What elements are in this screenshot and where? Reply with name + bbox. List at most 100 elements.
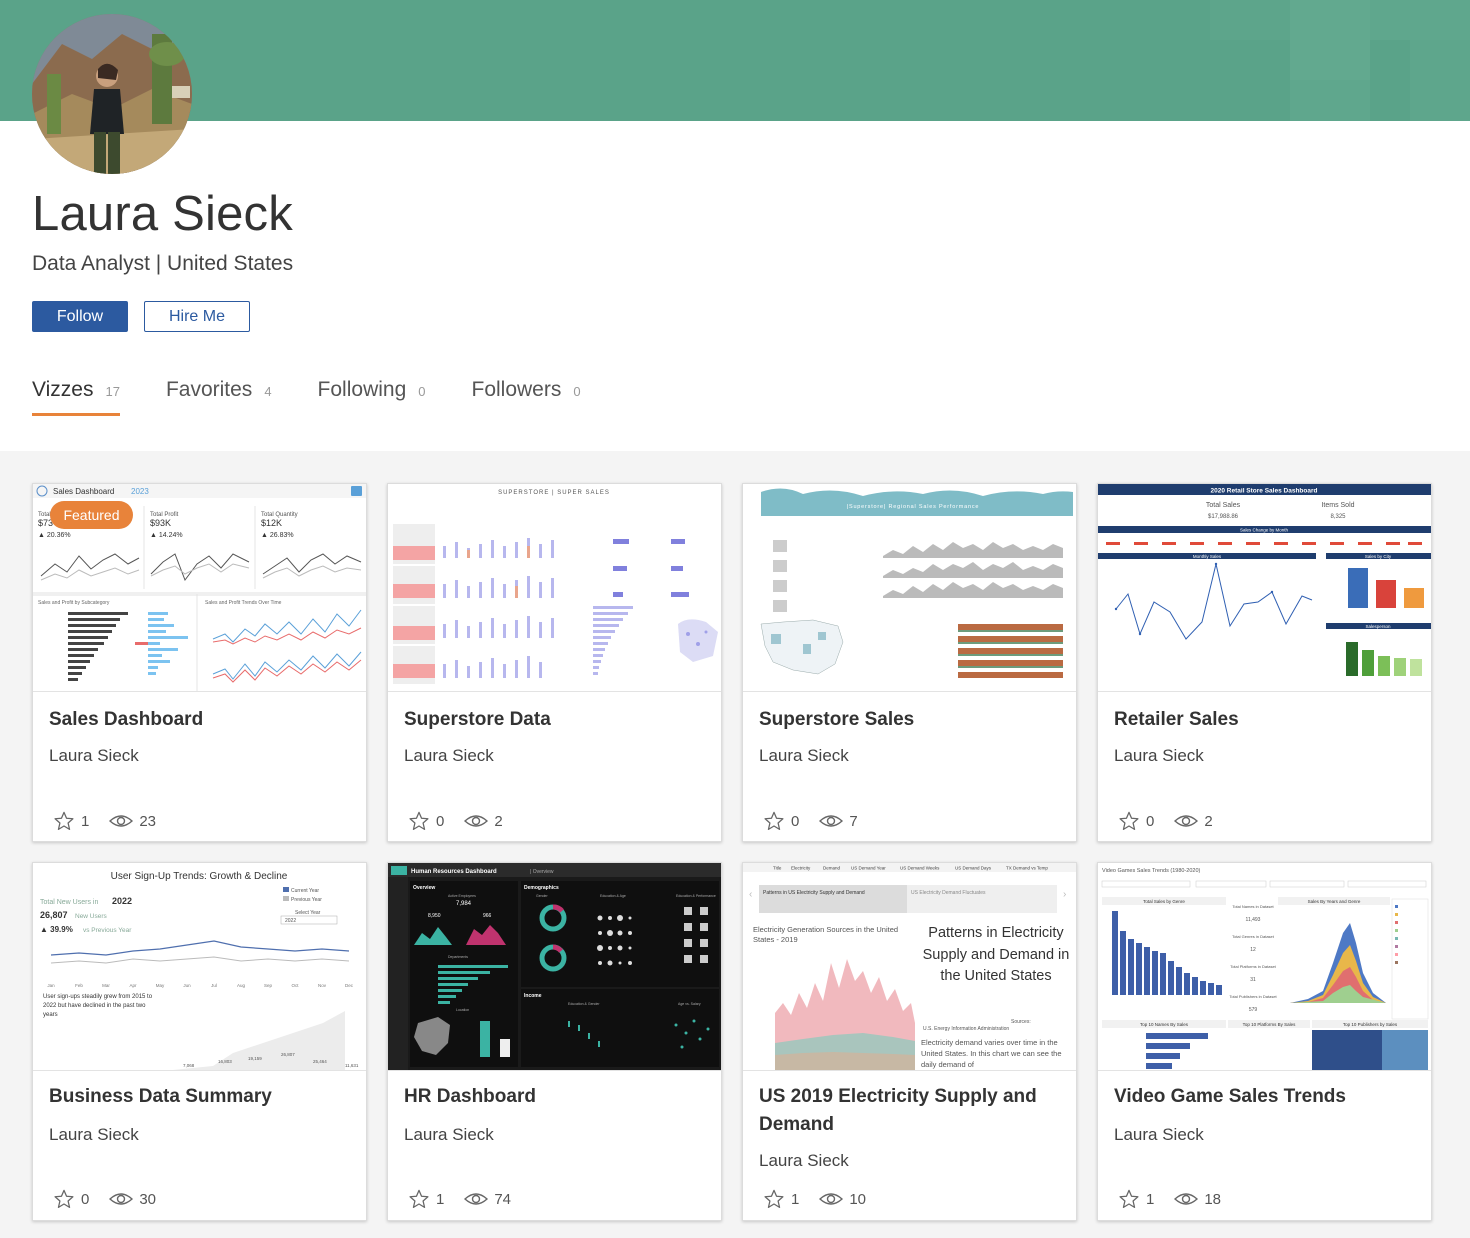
area-label: 25,464 [313, 1059, 327, 1064]
favorite-count: 0 [436, 812, 445, 830]
viz-card[interactable]: Human Resources Dashboard | Overview Ove… [387, 862, 722, 1221]
favorite-count: 0 [1146, 812, 1155, 830]
viz-thumbnail[interactable]: Title Electricity Demand US Demand Year … [743, 863, 1076, 1071]
profile-banner [0, 0, 1470, 121]
viz-card[interactable]: Title Electricity Demand US Demand Year … [742, 862, 1077, 1221]
card-author[interactable]: Laura Sieck [404, 746, 494, 766]
card-title[interactable]: US 2019 Electricity Supply and Demand [759, 1083, 1059, 1139]
star-icon[interactable] [408, 1189, 430, 1209]
tab-label: Favorites [165, 378, 253, 401]
card-title[interactable]: Video Game Sales Trends [1114, 1083, 1414, 1111]
star-icon[interactable] [1118, 811, 1140, 831]
axis-tick: Mar [102, 983, 110, 988]
follow-button[interactable]: Follow [32, 301, 128, 332]
panel-title: Demographics [524, 885, 559, 891]
hire-me-button[interactable]: Hire Me [144, 301, 250, 332]
story-point: US Electricity Demand Fluctuates [911, 890, 986, 896]
kpi-value: 12 [1250, 947, 1256, 953]
favorite-count: 0 [791, 812, 800, 830]
viz-thumbnail[interactable]: User Sign-Up Trends: Growth & Decline To… [33, 863, 366, 1071]
thumb-title: Sales Dashboard [53, 487, 114, 496]
kpi-label: Total Names in Dataset [1232, 904, 1274, 909]
kpi-label: Total Genres in Dataset [1232, 934, 1275, 939]
card-title[interactable]: Retailer Sales [1114, 706, 1414, 734]
tab-vizzes[interactable]: Vizzes 17 [32, 378, 120, 416]
legend-item: Previous Year [291, 897, 322, 903]
viz-card[interactable]: 2020 Retail Store Sales Dashboard Total … [1097, 483, 1432, 842]
card-stats: 1 18 [1118, 1189, 1221, 1209]
area-label: 19,159 [248, 1056, 262, 1061]
viz-card[interactable]: User Sign-Up Trends: Growth & Decline To… [32, 862, 367, 1221]
card-title[interactable]: Business Data Summary [49, 1083, 349, 1111]
banner-decoration [1210, 0, 1290, 40]
kpi-delta: ▲ 14.24% [150, 532, 183, 539]
card-title[interactable]: Sales Dashboard [49, 706, 349, 734]
axis-tick: Oct [291, 983, 299, 988]
view-count: 18 [1204, 1190, 1222, 1208]
viz-thumbnail[interactable]: Video Games Sales Trends (1980-2020) Tot… [1098, 863, 1431, 1071]
favorite-count: 0 [81, 1190, 90, 1208]
kpi-value: 579 [1249, 1007, 1258, 1013]
card-author[interactable]: Laura Sieck [49, 1125, 139, 1145]
chevron-right-icon[interactable]: › [1063, 889, 1066, 900]
axis-tick: Jun [183, 983, 191, 988]
panel-title: Income [524, 993, 542, 999]
kpi-label: Total Platforms in Dataset [1230, 964, 1276, 969]
tab-following[interactable]: Following 0 [318, 378, 426, 412]
card-stats: 0 2 [1118, 811, 1213, 831]
star-icon[interactable] [408, 811, 430, 831]
card-author[interactable]: Laura Sieck [1114, 746, 1204, 766]
eye-icon [1174, 1193, 1199, 1205]
kpi-label: Total Publishers in Dataset [1229, 994, 1277, 999]
star-icon[interactable] [763, 1189, 785, 1209]
kpi-value: 7,984 [456, 901, 472, 907]
banner-decoration [1290, 0, 1370, 80]
viz-card[interactable]: |Superstore| Regional Sales Performance … [742, 483, 1077, 842]
axis-tick: Dec [345, 983, 354, 988]
viz-card[interactable]: Sales Dashboard 2023 Total Sales $73 ▲ 2… [32, 483, 367, 842]
select-value: 2022 [285, 918, 296, 924]
card-title[interactable]: Superstore Data [404, 706, 704, 734]
kpi-delta: ▲ 26.83% [261, 532, 294, 539]
viz-thumbnail[interactable]: SUPERSTORE | SUPER SALES [388, 484, 721, 692]
section-title: Sales and Profit by Subcategory [38, 600, 110, 606]
thumb-year: 2022 [112, 896, 132, 906]
card-title[interactable]: Superstore Sales [759, 706, 1059, 734]
card-author[interactable]: Laura Sieck [759, 746, 849, 766]
story-tab: TX Demand vs Temp [1006, 866, 1048, 871]
card-author[interactable]: Laura Sieck [404, 1125, 494, 1145]
star-icon[interactable] [763, 811, 785, 831]
profile-tabs: Vizzes 17 Favorites 4 Following 0 Followers… [32, 378, 627, 416]
favorite-count: 1 [436, 1190, 445, 1208]
card-title[interactable]: HR Dashboard [404, 1083, 704, 1111]
section-title: Monthly Sales [1193, 554, 1222, 559]
tab-count: 0 [573, 384, 581, 399]
tab-favorites[interactable]: Favorites 4 [166, 378, 272, 412]
kpi-label: Items Sold [1321, 502, 1354, 509]
star-icon[interactable] [53, 1189, 75, 1209]
card-author[interactable]: Laura Sieck [759, 1151, 849, 1171]
section-title: Total Sales by Genre [1143, 899, 1185, 904]
viz-card[interactable]: SUPERSTORE | SUPER SALES Superstore Data… [387, 483, 722, 842]
select-label: Select Year [295, 910, 321, 916]
viz-card[interactable]: Video Games Sales Trends (1980-2020) Tot… [1097, 862, 1432, 1221]
star-icon[interactable] [1118, 1189, 1140, 1209]
chevron-left-icon[interactable]: ‹ [749, 889, 752, 900]
section-title: Sales by City [1365, 554, 1392, 559]
viz-thumbnail[interactable]: 2020 Retail Store Sales Dashboard Total … [1098, 484, 1431, 692]
viz-thumbnail[interactable]: Human Resources Dashboard | Overview Ove… [388, 863, 721, 1071]
card-author[interactable]: Laura Sieck [1114, 1125, 1204, 1145]
tab-followers[interactable]: Followers 0 [472, 378, 581, 412]
axis-tick: Jan [47, 983, 55, 988]
eye-icon [109, 815, 134, 827]
kpi-value: 8,325 [1330, 514, 1346, 520]
card-author[interactable]: Laura Sieck [49, 746, 139, 766]
viz-thumbnail[interactable]: |Superstore| Regional Sales Performance [743, 484, 1076, 692]
banner-decoration [1410, 40, 1470, 121]
view-count: 2 [1204, 812, 1213, 830]
eye-icon [1174, 815, 1199, 827]
thumb-title: Video Games Sales Trends (1980-2020) [1102, 868, 1201, 874]
thumb-title: SUPERSTORE | SUPER SALES [498, 490, 610, 496]
star-icon[interactable] [53, 811, 75, 831]
panel-title: Overview [413, 885, 435, 891]
